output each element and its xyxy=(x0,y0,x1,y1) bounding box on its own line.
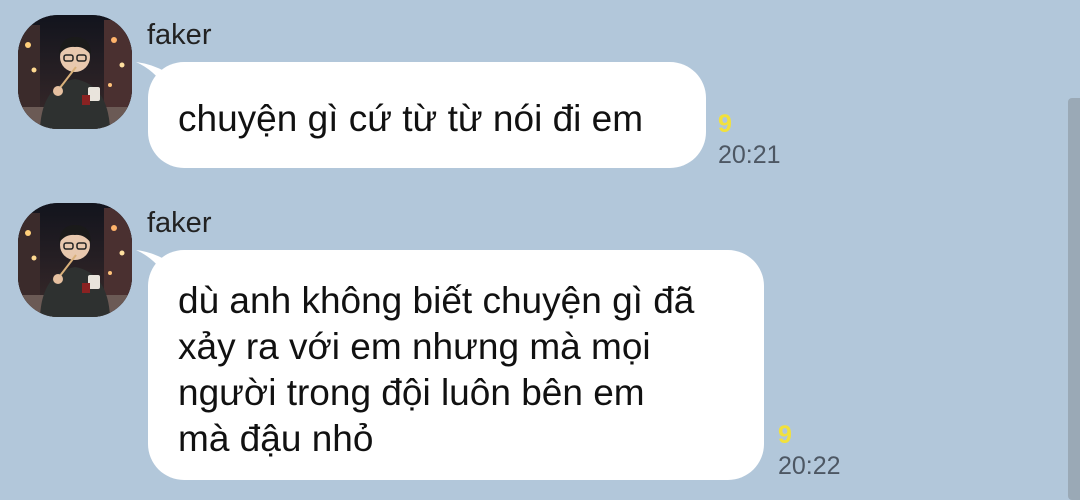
chat-area: faker chuyện gì cứ từ từ nói đi em 9 20:… xyxy=(0,0,1080,500)
unread-count: 9 xyxy=(718,110,732,138)
message-text: chuyện gì cứ từ từ nói đi em xyxy=(178,98,644,139)
message-line: xảy ra với em nhưng mà mọi xyxy=(178,326,651,367)
sender-name: faker xyxy=(147,207,212,239)
timestamp: 20:21 xyxy=(718,141,781,169)
avatar-photo-icon xyxy=(18,15,132,129)
avatar-photo-icon xyxy=(18,203,132,317)
message-meta: 9 20:22 xyxy=(778,423,841,479)
message-bubble[interactable]: chuyện gì cứ từ từ nói đi em xyxy=(148,62,706,168)
sender-name: faker xyxy=(147,19,212,51)
message-line: mà đậu nhỏ xyxy=(178,418,374,459)
message-row: faker dù anh không biết chuyện gì đã xảy… xyxy=(0,190,1060,500)
unread-count: 9 xyxy=(778,421,792,449)
avatar[interactable] xyxy=(18,203,132,317)
scrollbar[interactable] xyxy=(1068,98,1080,500)
message-bubble[interactable]: dù anh không biết chuyện gì đã xảy ra vớ… xyxy=(148,250,764,480)
message-line: dù anh không biết chuyện gì đã xyxy=(178,280,695,321)
message-meta: 9 20:21 xyxy=(718,112,781,168)
timestamp: 20:22 xyxy=(778,452,841,480)
message-line: người trong đội luôn bên em xyxy=(178,372,645,413)
avatar[interactable] xyxy=(18,15,132,129)
message-row: faker chuyện gì cứ từ từ nói đi em 9 20:… xyxy=(0,0,1060,190)
